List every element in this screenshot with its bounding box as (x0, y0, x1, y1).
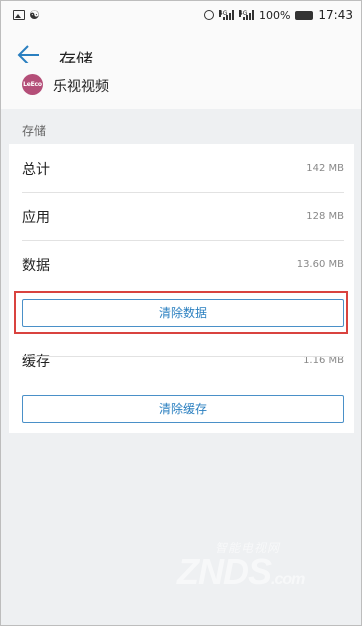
app-name: 乐视视频 (53, 79, 109, 95)
signal-2-icon: 4G (238, 10, 254, 20)
cache-size-label: 缓存 (22, 354, 50, 370)
watermark-logo: ZNDS.com (177, 551, 305, 593)
battery-percent: 100% (258, 8, 291, 22)
cache-size-row: 缓存 1.16 MB (9, 336, 354, 384)
app-size-label: 应用 (22, 210, 50, 226)
total-value: 142 MB (306, 163, 344, 174)
clear-cache-button[interactable]: 清除缓存 (22, 395, 344, 423)
notification-icons: ☯ (13, 9, 40, 21)
app-size-value: 128 MB (306, 211, 344, 222)
signal-1-icon: 4G (218, 10, 234, 20)
status-bar: ☯ 4G 4G 100% 17:43 (1, 1, 361, 33)
storage-card: 总计 142 MB 应用 128 MB 数据 13.60 MB 清除数据 缓存 … (9, 144, 354, 433)
data-size-value: 13.60 MB (296, 259, 344, 270)
app-size-row: 应用 128 MB (9, 192, 354, 240)
section-header-storage: 存储 (22, 124, 47, 138)
alarm-icon (203, 10, 214, 20)
total-row: 总计 142 MB (9, 144, 354, 192)
watermark-en: ZNDS (177, 551, 272, 592)
image-notification-icon (13, 10, 25, 20)
letv-logo-icon: LeEco (22, 74, 43, 95)
total-label: 总计 (22, 162, 50, 178)
clear-data-button[interactable]: 清除数据 (22, 299, 344, 327)
weibo-icon: ☯ (29, 8, 40, 22)
znds-watermark: 智能电视网 ZNDS.com (151, 523, 351, 603)
app-info-row: LeEco 乐视视频 (1, 63, 361, 109)
watermark-suffix: .com (271, 571, 305, 588)
phone-screen: ☯ 4G 4G 100% 17:43 存储 LeEco 乐视视频 存储 总计 1… (0, 0, 362, 626)
divider (22, 356, 344, 357)
system-status: 4G 4G 100% 17:43 (203, 8, 353, 22)
data-size-row: 数据 13.60 MB (9, 240, 354, 288)
clock: 17:43 (318, 8, 353, 22)
battery-icon (295, 10, 314, 20)
data-size-label: 数据 (22, 258, 50, 274)
